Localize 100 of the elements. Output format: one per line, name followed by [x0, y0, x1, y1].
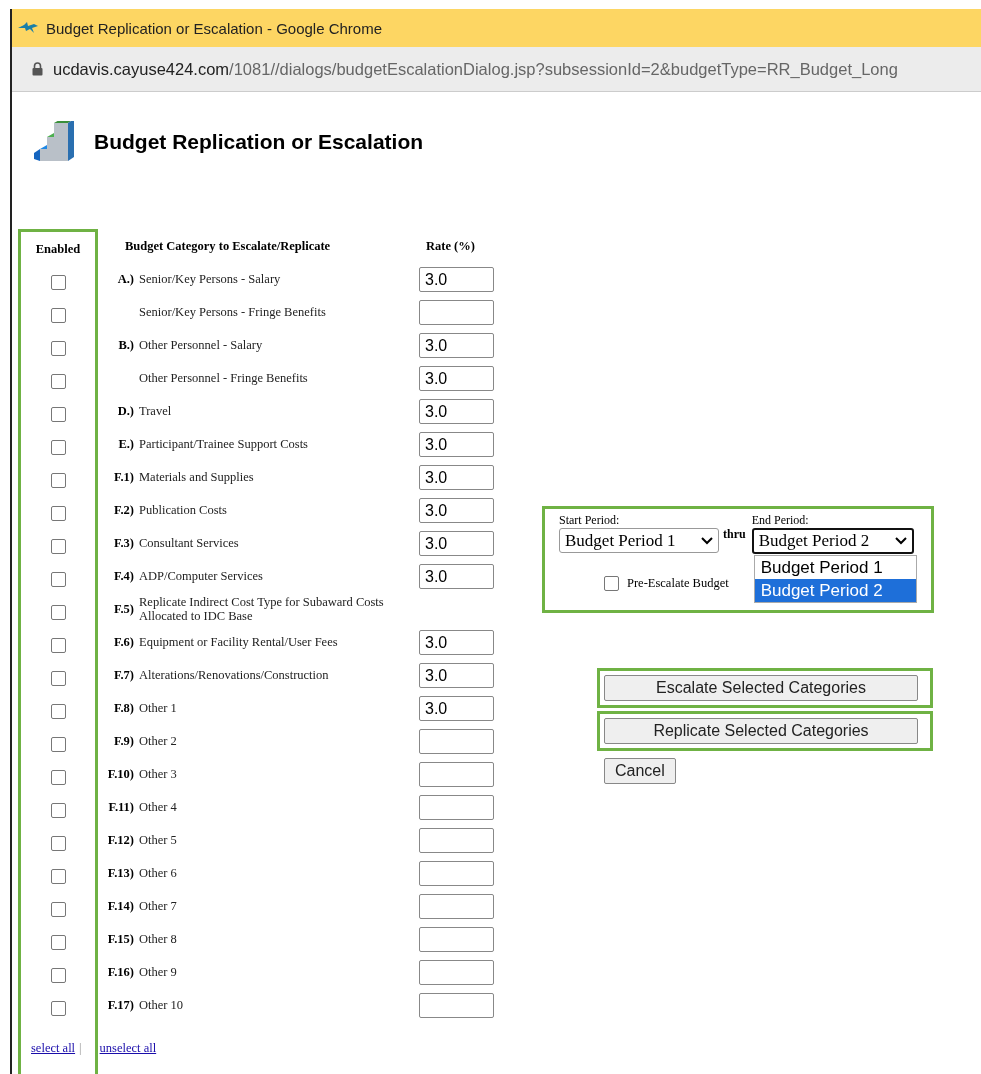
checkbox[interactable]	[50, 440, 66, 455]
category-code: E.)	[118, 437, 134, 451]
rate-field[interactable]: 3.0	[419, 267, 494, 292]
category-code: F.1)	[113, 470, 134, 484]
start-period-dropdown[interactable]: Budget Period 1	[559, 528, 719, 553]
checkbox[interactable]	[50, 704, 66, 719]
checkbox[interactable]	[50, 473, 66, 488]
checkbox[interactable]	[50, 605, 66, 620]
rate-field[interactable]	[419, 861, 494, 886]
rate-field[interactable]: 3.0	[419, 432, 494, 457]
category-code: F.7)	[113, 668, 134, 682]
checkbox-label: Pre-Escalate Budget	[627, 576, 729, 591]
category-label: Equipment or Facility Rental/User Fees	[139, 635, 339, 650]
category-label: Senior/Key Persons - Fringe Benefits	[139, 305, 327, 320]
category-label: Other 8	[139, 932, 178, 947]
action-button[interactable]: Escalate Selected Categories	[604, 675, 918, 701]
category-label: Other 5	[139, 833, 178, 848]
category-code: F.3)	[113, 536, 134, 550]
chevron-icon	[894, 537, 907, 545]
page-heading: Budget Replication or Escalation	[94, 130, 424, 154]
rate-field[interactable]	[419, 993, 494, 1018]
checkbox[interactable]	[50, 902, 66, 917]
checkbox[interactable]	[50, 374, 66, 389]
category-label: Other 3	[139, 767, 178, 782]
rate-field[interactable]	[419, 828, 494, 853]
action-button[interactable]: Cancel	[604, 758, 676, 784]
category-code: F.10)	[107, 767, 134, 781]
bird-icon	[18, 22, 38, 34]
category-code: F.9)	[113, 734, 134, 748]
category-code: F.11)	[108, 800, 134, 814]
rate-field[interactable]: 3.0	[419, 366, 494, 391]
rate-field[interactable]	[419, 960, 494, 985]
rate-field[interactable]: 3.0	[419, 465, 494, 490]
category-code: F.6)	[113, 635, 134, 649]
category-label: Other 1	[139, 701, 178, 716]
category-label: Consultant Services	[139, 536, 240, 551]
checkbox[interactable]	[50, 341, 66, 356]
category-label: Other 9	[139, 965, 178, 980]
address-bar[interactable]: ucdavis.cayuse424.com/1081//dialogs/budgetEscalationDialog.jsp?subsessionId=2&budgetType=RR_Budget_Long	[12, 47, 981, 92]
category-code: F.4)	[113, 569, 134, 583]
checkbox[interactable]	[50, 572, 66, 587]
checkbox[interactable]	[604, 576, 619, 591]
checkbox[interactable]	[50, 275, 66, 290]
category-label: Other 10	[139, 998, 185, 1013]
category-label: Travel	[139, 404, 173, 419]
url-text: ucdavis.cayuse424.com/1081//dialogs/budgetEscalationDialog.jsp?subsessionId=2&budgetType=RR_Budget_Long	[53, 59, 898, 79]
unselect-all-link[interactable]: unselect all	[99, 1041, 157, 1056]
category-code: F.8)	[113, 701, 134, 715]
category-label: Other 4	[139, 800, 178, 815]
rate-field[interactable]: 3.0	[419, 399, 494, 424]
column-header: Enabled	[35, 241, 81, 257]
rate-field[interactable]	[419, 300, 494, 325]
thru-label: thru	[723, 527, 746, 542]
checkbox[interactable]	[50, 869, 66, 884]
checkbox[interactable]	[50, 836, 66, 851]
rate-field[interactable]: 3.0	[419, 531, 494, 556]
checkbox[interactable]	[50, 308, 66, 323]
checkbox[interactable]	[50, 638, 66, 653]
rate-field[interactable]: 3.0	[419, 630, 494, 655]
column-header: Budget Category to Escalate/Replicate	[125, 238, 332, 254]
checkbox[interactable]	[50, 671, 66, 686]
checkbox[interactable]	[50, 968, 66, 983]
category-label: Other 6	[139, 866, 178, 881]
select-all-link[interactable]: select all	[31, 1041, 76, 1056]
rate-field[interactable]	[419, 729, 494, 754]
category-code: F.13)	[107, 866, 134, 880]
rate-field[interactable]	[419, 894, 494, 919]
field-label: End Period:	[751, 513, 810, 528]
rate-field[interactable]: 3.0	[419, 333, 494, 358]
window-title: Budget Replication or Escalation - Google Chrome	[46, 19, 382, 37]
category-code: F.2)	[113, 503, 134, 517]
rate-field[interactable]: 3.0	[419, 498, 494, 523]
category-label: Participant/Trainee Support Costs	[139, 437, 309, 452]
action-button[interactable]: Replicate Selected Categories	[604, 718, 918, 744]
checkbox[interactable]	[50, 539, 66, 554]
end-period-dropdown[interactable]: Budget Period 2	[751, 528, 914, 554]
category-label: Other Personnel - Salary	[139, 338, 264, 353]
checkbox[interactable]	[50, 935, 66, 950]
rate-field[interactable]	[419, 795, 494, 820]
rate-field[interactable]: 3.0	[419, 663, 494, 688]
field-label: Start Period:	[559, 513, 621, 528]
rate-field[interactable]	[419, 762, 494, 787]
lock-icon	[32, 62, 43, 76]
dropdown-option[interactable]: Budget Period 2	[754, 579, 916, 602]
checkbox[interactable]	[50, 770, 66, 785]
checkbox[interactable]	[50, 1001, 66, 1016]
checkbox[interactable]	[50, 407, 66, 422]
checkbox[interactable]	[50, 803, 66, 818]
rate-field[interactable]: 3.0	[419, 564, 494, 589]
column-header: Rate (%)	[426, 238, 475, 254]
dropdown-option[interactable]: Budget Period 1	[754, 556, 916, 579]
rate-field[interactable]	[419, 927, 494, 952]
category-code: F.14)	[107, 899, 134, 913]
category-code: F.12)	[107, 833, 134, 847]
checkbox[interactable]	[50, 737, 66, 752]
checkbox[interactable]	[50, 506, 66, 521]
category-label: ADP/Computer Services	[139, 569, 264, 584]
category-code: F.5)	[113, 602, 134, 616]
rate-field[interactable]: 3.0	[419, 696, 494, 721]
category-label: Publication Costs	[139, 503, 228, 518]
